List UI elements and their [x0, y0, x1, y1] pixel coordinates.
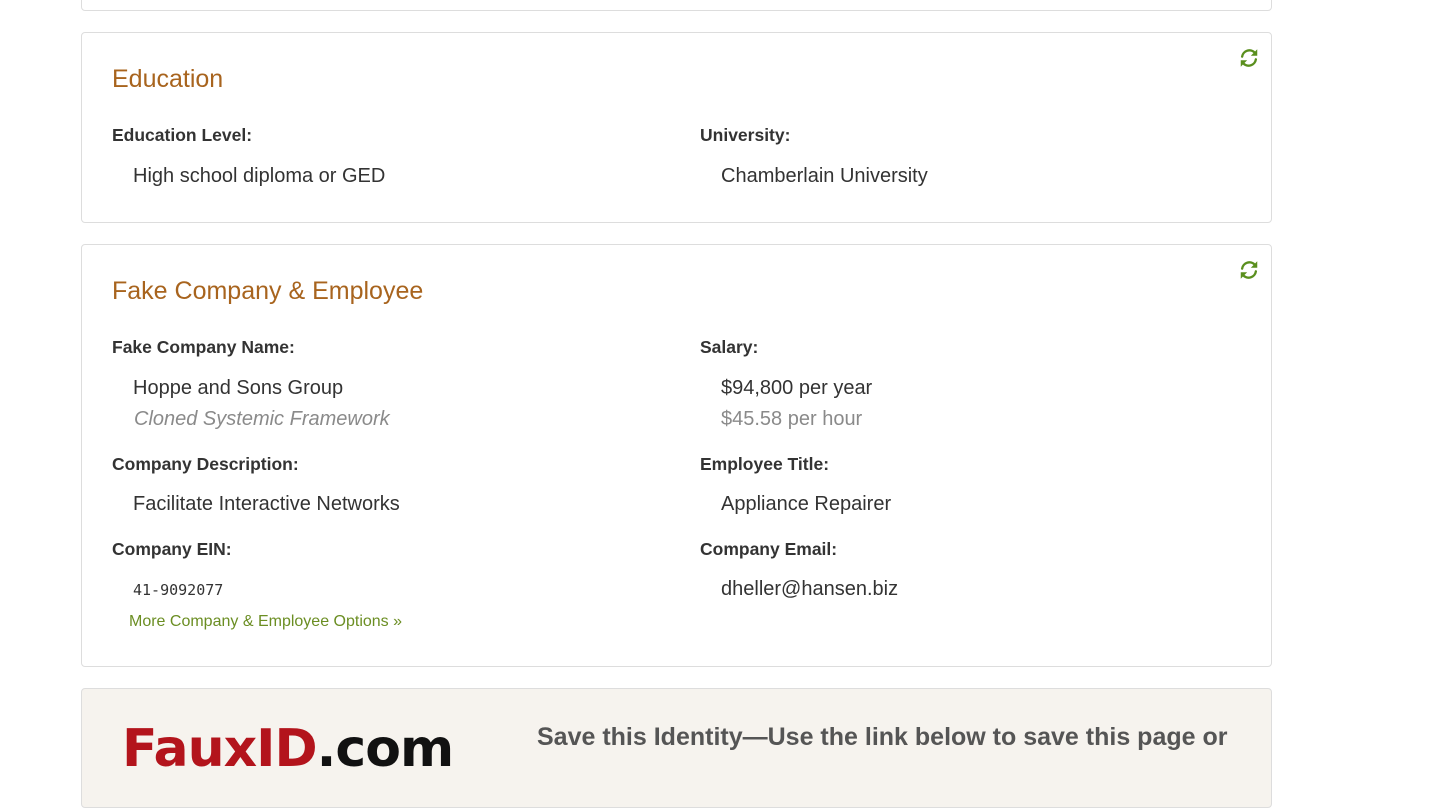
education-title: Education	[112, 65, 224, 93]
company-ein-label: Company EIN:	[112, 539, 232, 559]
education-card: Education Education Level: High school d…	[81, 32, 1272, 223]
salary-hour-value: $45.58 per hour	[721, 408, 863, 430]
refresh-icon[interactable]	[1238, 47, 1260, 69]
salary-year-value: $94,800 per year	[721, 377, 873, 399]
company-name-label: Fake Company Name:	[112, 337, 295, 357]
previous-card	[81, 0, 1272, 11]
employee-title-label: Employee Title:	[700, 454, 830, 474]
more-company-options-link[interactable]: More Company & Employee Options »	[129, 614, 402, 630]
company-title: Fake Company & Employee	[112, 277, 424, 305]
employee-title-value: Appliance Repairer	[721, 493, 892, 515]
university-value: Chamberlain University	[721, 165, 928, 187]
save-identity-text: Save this Identity—Use the link below to…	[537, 725, 1227, 750]
save-identity-card: FauxID.com Save this Identity—Use the li…	[81, 688, 1272, 808]
company-tagline: Cloned Systemic Framework	[134, 408, 390, 430]
refresh-icon-graphic	[1240, 49, 1258, 67]
company-description-label: Company Description:	[112, 454, 299, 474]
save-identity-description: —Use the link below to save this page or	[742, 723, 1228, 751]
company-email-label: Company Email:	[700, 539, 838, 559]
education-level-value: High school diploma or GED	[133, 165, 386, 187]
logo-main-text: FauxID	[122, 719, 318, 779]
company-email-value: dheller@hansen.biz	[721, 578, 899, 600]
logo-suffix-text: .com	[316, 719, 454, 779]
refresh-icon[interactable]	[1238, 259, 1260, 281]
education-level-label: Education Level:	[112, 125, 253, 145]
university-label: University:	[700, 125, 791, 145]
company-name-value: Hoppe and Sons Group	[133, 377, 344, 399]
company-ein-value: 41-9092077	[133, 581, 224, 599]
company-card: Fake Company & Employee Fake Company Nam…	[81, 244, 1272, 667]
save-identity-heading: Save this Identity	[537, 723, 743, 751]
salary-label: Salary:	[700, 337, 759, 357]
fauxid-logo: FauxID.com	[122, 723, 454, 775]
company-description-value: Facilitate Interactive Networks	[133, 493, 400, 515]
refresh-icon-graphic	[1240, 261, 1258, 279]
